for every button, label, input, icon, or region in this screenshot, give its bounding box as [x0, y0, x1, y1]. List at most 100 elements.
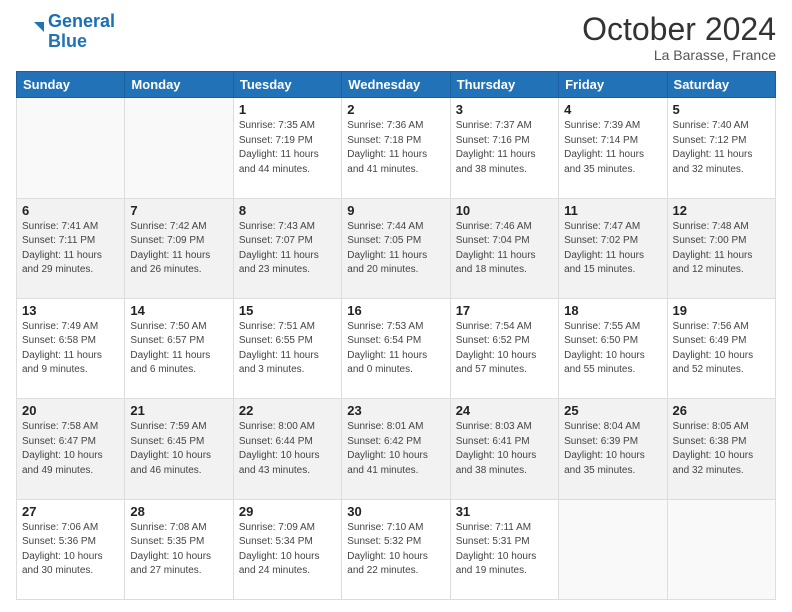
calendar-cell — [667, 499, 775, 599]
day-number: 5 — [673, 102, 770, 117]
calendar-cell: 22 Sunrise: 8:00 AM Sunset: 6:44 PM Dayli… — [233, 399, 341, 499]
day-info: Sunrise: 7:41 AM Sunset: 7:11 PM Dayligh… — [22, 220, 119, 278]
calendar-cell — [559, 499, 667, 599]
calendar-cell: 1Sunrise: 7:35 AM Sunset: 7:19 PM Daylig… — [233, 98, 341, 198]
calendar-header-thursday: Thursday — [450, 72, 558, 98]
day-number: 6 — [22, 203, 119, 218]
calendar-cell: 8Sunrise: 7:43 AM Sunset: 7:07 PM Daylig… — [233, 198, 341, 298]
calendar-cell: 17 Sunrise: 7:54 AM Sunset: 6:52 PM Dayli… — [450, 298, 558, 398]
day-number: 26 — [673, 403, 770, 418]
calendar-cell: 23 Sunrise: 8:01 AM Sunset: 6:42 PM Dayli… — [342, 399, 450, 499]
day-info: Sunrise: 7:37 AM Sunset: 7:16 PM Dayligh… — [456, 119, 553, 177]
logo-text: General Blue — [48, 12, 115, 52]
day-number: 23 — [347, 403, 444, 418]
day-number: 19 — [673, 303, 770, 318]
calendar-cell: 3Sunrise: 7:37 AM Sunset: 7:16 PM Daylig… — [450, 98, 558, 198]
day-number: 9 — [347, 203, 444, 218]
day-number: 17 — [456, 303, 553, 318]
calendar-cell: 5 Sunrise: 7:40 AM Sunset: 7:12 PM Daylig… — [667, 98, 775, 198]
calendar-week-row: 6 Sunrise: 7:41 AM Sunset: 7:11 PM Daylig… — [17, 198, 776, 298]
day-number: 7 — [130, 203, 227, 218]
day-number: 30 — [347, 504, 444, 519]
calendar-cell: 7 Sunrise: 7:42 AM Sunset: 7:09 PM Daylig… — [125, 198, 233, 298]
logo-blue: Blue — [48, 31, 87, 51]
calendar-cell: 31Sunrise: 7:11 AM Sunset: 5:31 PM Dayli… — [450, 499, 558, 599]
calendar-header-row: SundayMondayTuesdayWednesdayThursdayFrid… — [17, 72, 776, 98]
day-info: Sunrise: 7:06 AM Sunset: 5:36 PM Dayligh… — [22, 521, 119, 579]
day-info: Sunrise: 7:36 AM Sunset: 7:18 PM Dayligh… — [347, 119, 444, 177]
day-info: Sunrise: 7:58 AM Sunset: 6:47 PM Dayligh… — [22, 420, 119, 478]
day-info: Sunrise: 8:00 AM Sunset: 6:44 PM Dayligh… — [239, 420, 336, 478]
calendar-header-wednesday: Wednesday — [342, 72, 450, 98]
calendar-cell — [17, 98, 125, 198]
day-number: 15 — [239, 303, 336, 318]
day-number: 28 — [130, 504, 227, 519]
calendar-cell: 9 Sunrise: 7:44 AM Sunset: 7:05 PM Daylig… — [342, 198, 450, 298]
calendar-cell: 12 Sunrise: 7:48 AM Sunset: 7:00 PM Dayli… — [667, 198, 775, 298]
day-number: 29 — [239, 504, 336, 519]
calendar-cell: 2 Sunrise: 7:36 AM Sunset: 7:18 PM Daylig… — [342, 98, 450, 198]
day-number: 14 — [130, 303, 227, 318]
calendar-cell: 20 Sunrise: 7:58 AM Sunset: 6:47 PM Dayli… — [17, 399, 125, 499]
day-info: Sunrise: 7:40 AM Sunset: 7:12 PM Dayligh… — [673, 119, 770, 177]
day-info: Sunrise: 7:47 AM Sunset: 7:02 PM Dayligh… — [564, 220, 661, 278]
calendar-cell: 26Sunrise: 8:05 AM Sunset: 6:38 PM Dayli… — [667, 399, 775, 499]
calendar-cell: 27Sunrise: 7:06 AM Sunset: 5:36 PM Dayli… — [17, 499, 125, 599]
calendar-header-friday: Friday — [559, 72, 667, 98]
calendar-header-saturday: Saturday — [667, 72, 775, 98]
day-info: Sunrise: 7:39 AM Sunset: 7:14 PM Dayligh… — [564, 119, 661, 177]
calendar-week-row: 1Sunrise: 7:35 AM Sunset: 7:19 PM Daylig… — [17, 98, 776, 198]
calendar-cell: 6 Sunrise: 7:41 AM Sunset: 7:11 PM Daylig… — [17, 198, 125, 298]
day-number: 10 — [456, 203, 553, 218]
day-info: Sunrise: 7:55 AM Sunset: 6:50 PM Dayligh… — [564, 320, 661, 378]
subtitle: La Barasse, France — [582, 47, 776, 63]
calendar-cell: 21 Sunrise: 7:59 AM Sunset: 6:45 PM Dayli… — [125, 399, 233, 499]
day-info: Sunrise: 7:49 AM Sunset: 6:58 PM Dayligh… — [22, 320, 119, 378]
day-info: Sunrise: 7:48 AM Sunset: 7:00 PM Dayligh… — [673, 220, 770, 278]
day-info: Sunrise: 8:01 AM Sunset: 6:42 PM Dayligh… — [347, 420, 444, 478]
calendar-week-row: 27Sunrise: 7:06 AM Sunset: 5:36 PM Dayli… — [17, 499, 776, 599]
day-info: Sunrise: 7:44 AM Sunset: 7:05 PM Dayligh… — [347, 220, 444, 278]
day-info: Sunrise: 7:54 AM Sunset: 6:52 PM Dayligh… — [456, 320, 553, 378]
day-info: Sunrise: 7:56 AM Sunset: 6:49 PM Dayligh… — [673, 320, 770, 378]
day-info: Sunrise: 7:10 AM Sunset: 5:32 PM Dayligh… — [347, 521, 444, 579]
day-info: Sunrise: 7:50 AM Sunset: 6:57 PM Dayligh… — [130, 320, 227, 378]
calendar-cell: 15 Sunrise: 7:51 AM Sunset: 6:55 PM Dayli… — [233, 298, 341, 398]
day-number: 18 — [564, 303, 661, 318]
day-info: Sunrise: 8:03 AM Sunset: 6:41 PM Dayligh… — [456, 420, 553, 478]
calendar-cell: 30 Sunrise: 7:10 AM Sunset: 5:32 PM Dayli… — [342, 499, 450, 599]
day-info: Sunrise: 7:08 AM Sunset: 5:35 PM Dayligh… — [130, 521, 227, 579]
day-number: 16 — [347, 303, 444, 318]
day-info: Sunrise: 7:51 AM Sunset: 6:55 PM Dayligh… — [239, 320, 336, 378]
calendar-header-sunday: Sunday — [17, 72, 125, 98]
logo-general: General — [48, 11, 115, 31]
day-number: 13 — [22, 303, 119, 318]
calendar-week-row: 13 Sunrise: 7:49 AM Sunset: 6:58 PM Dayli… — [17, 298, 776, 398]
page: General Blue October 2024 La Barasse, Fr… — [0, 0, 792, 612]
calendar-cell: 18 Sunrise: 7:55 AM Sunset: 6:50 PM Dayli… — [559, 298, 667, 398]
calendar-cell: 19 Sunrise: 7:56 AM Sunset: 6:49 PM Dayli… — [667, 298, 775, 398]
header: General Blue October 2024 La Barasse, Fr… — [16, 12, 776, 63]
logo-icon — [16, 18, 44, 46]
day-number: 11 — [564, 203, 661, 218]
calendar-cell: 29 Sunrise: 7:09 AM Sunset: 5:34 PM Dayli… — [233, 499, 341, 599]
day-info: Sunrise: 7:11 AM Sunset: 5:31 PM Dayligh… — [456, 521, 553, 579]
day-number: 12 — [673, 203, 770, 218]
day-number: 2 — [347, 102, 444, 117]
day-info: Sunrise: 7:59 AM Sunset: 6:45 PM Dayligh… — [130, 420, 227, 478]
calendar-header-monday: Monday — [125, 72, 233, 98]
calendar-cell: 11 Sunrise: 7:47 AM Sunset: 7:02 PM Dayli… — [559, 198, 667, 298]
calendar-cell: 25Sunrise: 8:04 AM Sunset: 6:39 PM Dayli… — [559, 399, 667, 499]
day-number: 25 — [564, 403, 661, 418]
calendar-cell: 28 Sunrise: 7:08 AM Sunset: 5:35 PM Dayli… — [125, 499, 233, 599]
day-info: Sunrise: 7:42 AM Sunset: 7:09 PM Dayligh… — [130, 220, 227, 278]
day-info: Sunrise: 7:53 AM Sunset: 6:54 PM Dayligh… — [347, 320, 444, 378]
calendar-cell: 4Sunrise: 7:39 AM Sunset: 7:14 PM Daylig… — [559, 98, 667, 198]
main-title: October 2024 — [582, 12, 776, 47]
day-info: Sunrise: 7:09 AM Sunset: 5:34 PM Dayligh… — [239, 521, 336, 579]
calendar-cell: 24Sunrise: 8:03 AM Sunset: 6:41 PM Dayli… — [450, 399, 558, 499]
title-block: October 2024 La Barasse, France — [582, 12, 776, 63]
day-number: 20 — [22, 403, 119, 418]
day-number: 22 — [239, 403, 336, 418]
day-number: 21 — [130, 403, 227, 418]
